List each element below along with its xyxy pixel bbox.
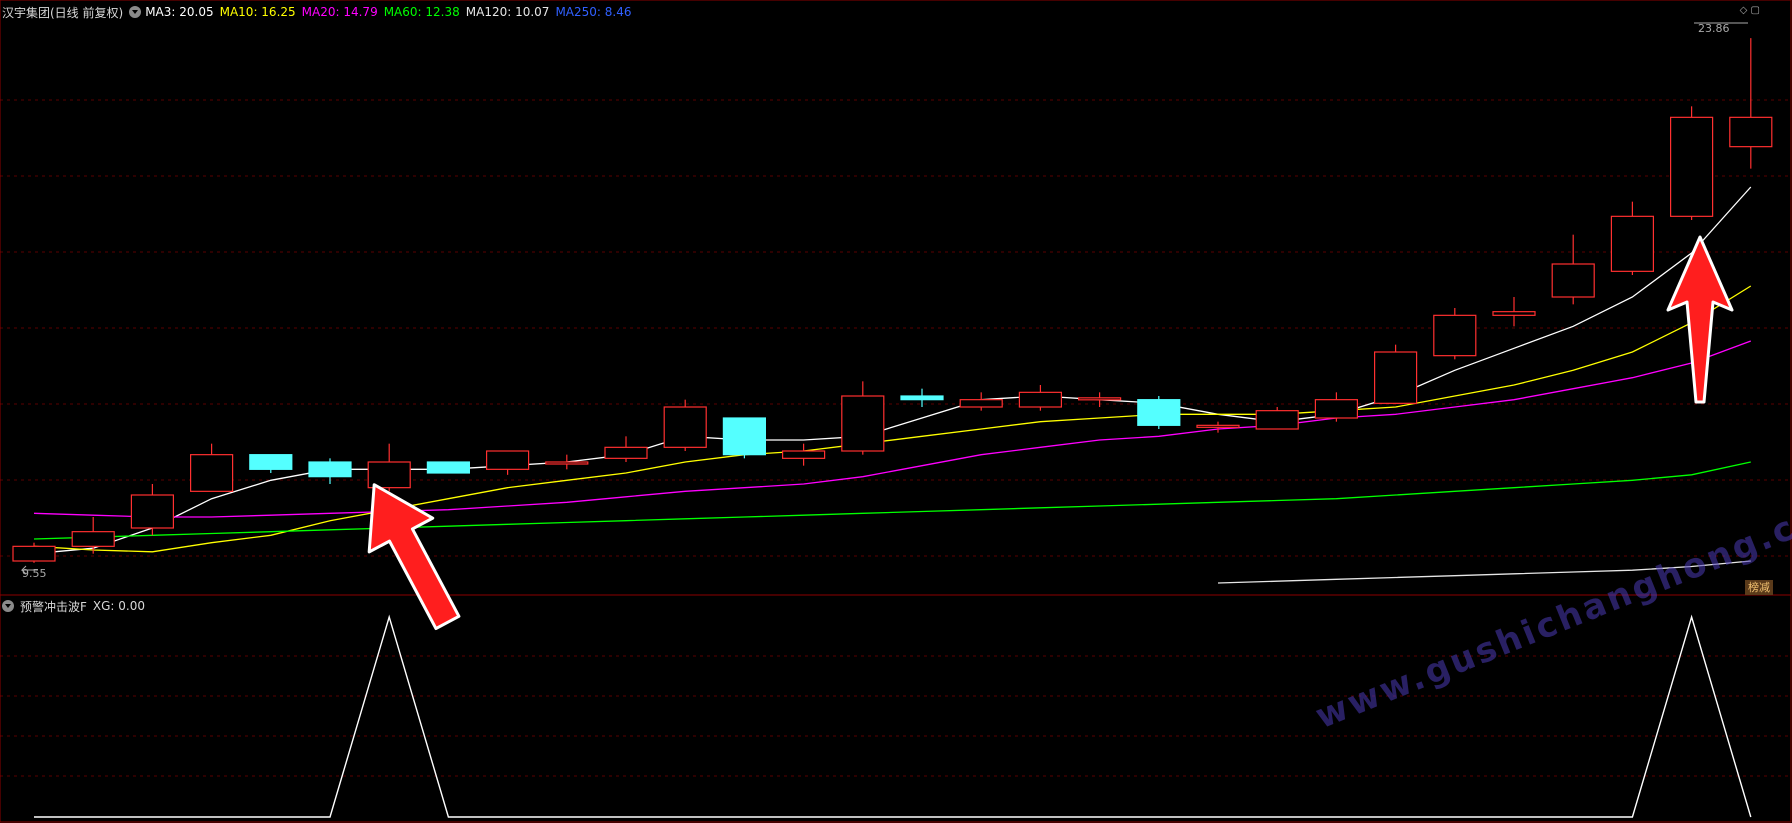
candle-body: [900, 395, 944, 401]
indicator-title: 预警冲击波F: [20, 599, 87, 614]
candle: [190, 443, 234, 492]
candle-body: [1373, 351, 1418, 404]
candle: [486, 450, 530, 475]
candle: [71, 517, 115, 554]
candle: [1551, 234, 1595, 305]
candle-body: [486, 450, 530, 470]
candle: [545, 454, 589, 470]
candle: [1492, 297, 1536, 327]
red-arrow-right: [1666, 235, 1734, 404]
ma3-label: MA3: 20.05: [145, 5, 214, 19]
candle: [1314, 392, 1359, 422]
candle-body: [1433, 314, 1477, 357]
min-price-label: 9.55: [22, 567, 47, 580]
xg-value-label: XG: 0.00: [92, 599, 146, 613]
candle: [959, 392, 1003, 411]
candle-body: [1077, 397, 1122, 401]
indicator-grid: [0, 655, 1791, 777]
candle: [841, 381, 885, 455]
ma10-label: MA10: 16.25: [219, 5, 296, 19]
candle: [604, 436, 648, 462]
ma20-label: MA20: 14.79: [301, 5, 378, 19]
candle-body: [1610, 215, 1655, 272]
candle-body: [130, 494, 174, 529]
candle: [1729, 38, 1773, 169]
status-badge: 榜减: [1745, 580, 1773, 595]
candle-body: [71, 531, 115, 547]
candle: [1433, 308, 1477, 360]
candle-body: [249, 454, 293, 470]
candle: [1255, 407, 1299, 430]
candle-body: [308, 461, 352, 478]
price-panel-border: [0, 0, 1792, 596]
red-arrow-left: [367, 483, 461, 631]
indicator-legend: 预警冲击波F XG: 0.00: [0, 598, 151, 614]
candle-body: [1729, 116, 1773, 148]
candle: [1018, 385, 1063, 411]
moving-average-lines: [33, 186, 1752, 584]
candle: [12, 542, 56, 563]
candle-body: [841, 395, 885, 452]
ma-line-ma3: [33, 186, 1752, 555]
chart-canvas: [0, 0, 1792, 823]
candle-body: [1255, 410, 1299, 430]
candle-body: [1018, 391, 1063, 408]
candlesticks: [12, 38, 1773, 563]
stock-title: 汉宇集团(日线 前复权): [2, 5, 124, 20]
chevron-down-icon[interactable]: [129, 6, 142, 18]
candle: [1610, 201, 1655, 275]
signal-arrows: [367, 235, 1734, 631]
candle-body: [12, 545, 56, 562]
candle: [900, 388, 944, 407]
candle: [781, 443, 826, 466]
candle-body: [722, 417, 767, 456]
candle-body: [959, 399, 1003, 408]
candle-body: [1669, 116, 1714, 217]
ma-line-ma20: [33, 340, 1752, 518]
ma250-label: MA250: 8.46: [555, 5, 632, 19]
candle: [1669, 106, 1714, 220]
max-price-label: 23.86: [1698, 22, 1730, 35]
candle-body: [781, 450, 826, 459]
candle: [1137, 396, 1181, 429]
candle: [722, 417, 767, 459]
candle-body: [1551, 263, 1595, 298]
candle-body: [545, 461, 589, 465]
candle-body: [1492, 311, 1536, 316]
candle: [1077, 392, 1122, 407]
candle-body: [1314, 399, 1359, 419]
chevron-down-icon[interactable]: [2, 600, 14, 612]
candle-body: [604, 446, 648, 459]
candle-body: [426, 461, 470, 474]
candle-body: [663, 406, 707, 448]
candle-body: [190, 454, 234, 492]
candle-body: [1196, 424, 1240, 428]
candle: [426, 461, 470, 474]
price-legend: 汉宇集团(日线 前复权) MA3: 20.05 MA10: 16.25 MA20…: [0, 4, 637, 20]
candle: [130, 484, 174, 536]
candle: [663, 399, 707, 451]
candle: [249, 454, 293, 473]
candle: [1373, 344, 1418, 404]
ma60-label: MA60: 12.38: [383, 5, 460, 19]
candle-body: [1137, 399, 1181, 426]
ma120-label: MA120: 10.07: [465, 5, 550, 19]
settings-diamond-icon[interactable]: ◇ ▢: [1740, 5, 1760, 16]
ma-line-ma60: [33, 461, 1751, 540]
